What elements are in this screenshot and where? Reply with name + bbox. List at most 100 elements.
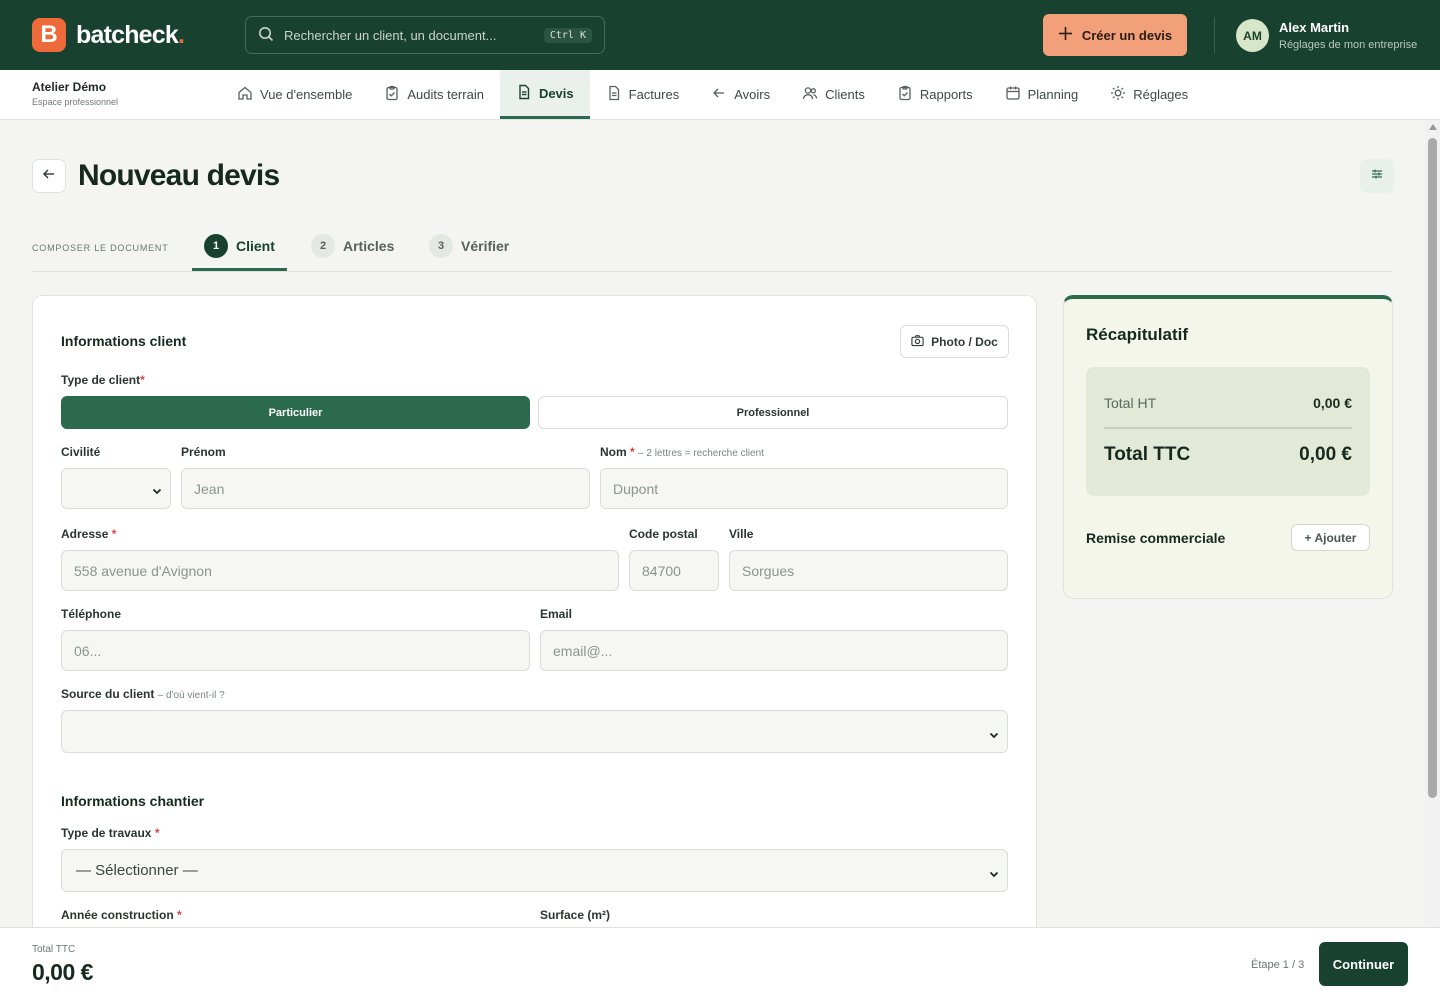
brand-name: batcheck — [76, 20, 179, 49]
tab-audits-terrain[interactable]: Audits terrain — [368, 70, 500, 119]
file-icon — [606, 85, 622, 104]
sun-gear-icon — [1110, 85, 1126, 104]
tab-vue-ensemble[interactable]: Vue d'ensemble — [221, 70, 368, 119]
document-icon — [516, 84, 532, 103]
source-select[interactable] — [61, 710, 1008, 753]
main-nav: Atelier Démo Espace professionnel Vue d'… — [0, 70, 1440, 120]
clipboard-icon — [897, 85, 913, 104]
sticky-footer: Total TTC 0,00 € Étape 1 / 3 Continuer — [0, 927, 1440, 1000]
nav-tabs: Vue d'ensemble Audits terrain Devis Fact… — [221, 70, 1204, 120]
chantier-section-title: Informations chantier — [61, 793, 205, 809]
civilite-select[interactable] — [61, 468, 171, 509]
page-title: Nouveau devis — [78, 159, 280, 192]
step-client[interactable]: 1 Client — [204, 234, 275, 258]
step-label: Client — [236, 238, 275, 254]
step-number: 2 — [311, 234, 335, 258]
step-verifier[interactable]: 3 Vérifier — [429, 234, 509, 258]
users-icon — [802, 85, 818, 104]
tab-label: Avoirs — [734, 87, 771, 102]
source-hint: – d'où vient-il ? — [157, 690, 225, 701]
total-ht-label: Total HT — [1104, 395, 1157, 411]
back-button[interactable] — [32, 159, 66, 193]
workspace-name: Atelier Démo — [32, 80, 107, 94]
tab-avoirs[interactable]: Avoirs — [695, 70, 786, 119]
scroll-up-arrow-icon[interactable] — [1429, 124, 1437, 130]
photo-doc-button[interactable]: Photo / Doc — [900, 325, 1009, 358]
client-type-professionnel[interactable]: Professionnel — [538, 396, 1008, 429]
logo-mark: B — [32, 18, 66, 52]
tab-factures[interactable]: Factures — [590, 70, 696, 119]
arrow-left-icon — [711, 85, 727, 104]
total-ht-value: 0,00 € — [1313, 395, 1352, 411]
tab-planning[interactable]: Planning — [989, 70, 1095, 119]
nom-label-text: Nom — [600, 445, 627, 459]
code-postal-label: Code postal — [629, 527, 698, 541]
ville-input[interactable] — [729, 550, 1008, 591]
type-travaux-value: — Sélectionner — — [76, 862, 198, 879]
annee-label-text: Année construction — [61, 908, 174, 922]
avatar: AM — [1236, 19, 1269, 52]
client-form-card: Informations client Photo / Doc Type de … — [32, 295, 1037, 995]
total-ttc-row: Total TTC 0,00 € — [1104, 444, 1352, 466]
total-ttc-label: Total TTC — [1104, 444, 1191, 465]
user-settings-link[interactable]: Réglages de mon entreprise — [1279, 39, 1417, 51]
surface-label: Surface (m²) — [540, 908, 611, 922]
step-label: Vérifier — [461, 238, 510, 254]
tab-label: Rapports — [919, 87, 973, 102]
remise-label: Remise commerciale — [1086, 530, 1226, 546]
client-type-label: Type de client* — [61, 373, 145, 387]
type-travaux-label: Type de travaux * — [61, 826, 160, 840]
prenom-input[interactable] — [181, 468, 590, 509]
required-mark: * — [626, 445, 635, 459]
document-stepper: COMPOSER LE DOCUMENT 1 Client 2 Articles… — [32, 224, 1392, 272]
tab-clients[interactable]: Clients — [786, 70, 881, 119]
photo-doc-label: Photo / Doc — [931, 334, 998, 349]
tab-rapports[interactable]: Rapports — [881, 70, 989, 119]
footer-step-indicator: Étape 1 / 3 — [1251, 959, 1305, 971]
continue-button[interactable]: Continuer — [1319, 942, 1408, 986]
adresse-label: Adresse * — [61, 527, 116, 541]
logo[interactable]: B batcheck. — [32, 18, 185, 52]
scrollbar-thumb[interactable] — [1428, 138, 1437, 798]
nom-hint: – 2 lettres = recherche client — [638, 448, 764, 459]
type-travaux-select[interactable]: — Sélectionner — — [61, 849, 1008, 892]
required-mark: * — [108, 527, 117, 541]
workspace-switcher[interactable]: Atelier Démo Espace professionnel — [32, 80, 118, 107]
user-menu[interactable]: AM Alex Martin Réglages de mon entrepris… — [1236, 19, 1417, 52]
code-postal-input[interactable] — [629, 550, 719, 591]
tab-devis[interactable]: Devis — [499, 70, 590, 119]
top-divider — [1214, 17, 1215, 53]
search-bar[interactable]: Rechercher un client, un document... Ctr… — [245, 16, 605, 54]
civilite-label: Civilité — [61, 445, 101, 459]
required-mark: * — [173, 908, 182, 922]
step-number: 1 — [204, 234, 228, 258]
footer-total-label: Total TTC — [32, 944, 76, 955]
tab-reglages[interactable]: Réglages — [1094, 70, 1204, 119]
email-input[interactable] — [540, 630, 1008, 671]
scrollbar[interactable] — [1425, 120, 1440, 927]
nom-input[interactable] — [600, 468, 1008, 509]
top-bar: B batcheck. Rechercher un client, un doc… — [0, 0, 1440, 70]
client-section-title: Informations client — [61, 333, 187, 349]
client-type-particulier[interactable]: Particulier — [61, 396, 530, 429]
step-articles[interactable]: 2 Articles — [311, 234, 394, 258]
chevron-down-icon — [989, 727, 999, 743]
clipboard-check-icon — [384, 85, 400, 104]
type-travaux-label-text: Type de travaux — [61, 826, 152, 840]
step-label: Articles — [343, 238, 395, 254]
create-quote-button[interactable]: Créer un devis — [1043, 14, 1187, 56]
user-name: Alex Martin — [1279, 20, 1350, 35]
telephone-input[interactable] — [61, 630, 530, 671]
tab-label: Clients — [825, 87, 865, 102]
tab-label: Planning — [1027, 87, 1079, 102]
ville-label: Ville — [729, 527, 754, 541]
adresse-input[interactable] — [61, 550, 619, 591]
summary-card: Récapitulatif Total HT 0,00 € Total TTC … — [1063, 295, 1393, 599]
arrow-left-icon — [42, 167, 56, 186]
source-label: Source du client – d'où vient-il ? — [61, 687, 225, 701]
tab-label: Devis — [538, 85, 574, 101]
add-remise-button[interactable]: + Ajouter — [1291, 524, 1370, 551]
options-button[interactable] — [1360, 159, 1394, 193]
chevron-down-icon — [989, 866, 999, 883]
client-type-label-text: Type de client — [61, 373, 141, 387]
